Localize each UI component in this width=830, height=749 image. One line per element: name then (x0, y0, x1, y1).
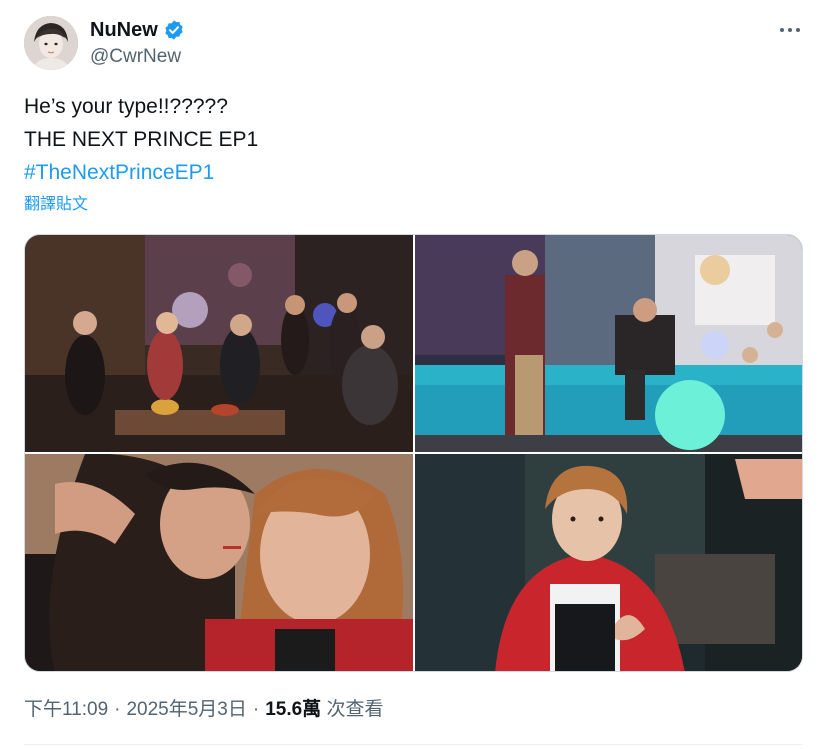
media-photo-3[interactable] (25, 454, 413, 671)
views-label: 次查看 (326, 699, 384, 720)
media-photo-4[interactable] (415, 454, 802, 671)
handle[interactable]: @CwrNew (90, 45, 181, 69)
translate-post-link[interactable]: 翻譯貼文 (24, 194, 88, 216)
media-grid (24, 234, 803, 672)
author-name-row: NuNew (90, 18, 185, 42)
avatar-image (24, 16, 78, 70)
meta-separator: · (114, 699, 121, 720)
tweet-text-line-2: THE NEXT PRINCE EP1 (24, 128, 259, 151)
verified-badge-icon (165, 20, 183, 40)
avatar[interactable] (24, 16, 78, 70)
display-name[interactable]: NuNew (90, 18, 158, 42)
media-photo-2[interactable] (415, 235, 802, 452)
tweet-meta: 下午11:09 · 2025年5月3日 · 15.6萬 次查看 (24, 697, 383, 723)
tweet-text-line-1: He’s your type!!????? (24, 95, 228, 118)
hashtag-link[interactable]: #TheNextPrinceEP1 (24, 159, 214, 187)
views-count: 15.6萬 (265, 699, 322, 720)
post-date[interactable]: 2025年5月3日 (126, 697, 246, 723)
more-horizontal-icon[interactable] (776, 18, 804, 42)
tweet-card: NuNew @CwrNew He’s your type!!????? THE … (0, 0, 830, 749)
post-time[interactable]: 下午11:09 (24, 697, 108, 723)
divider (24, 744, 803, 745)
meta-separator: · (252, 699, 260, 720)
media-photo-1[interactable] (25, 235, 413, 452)
